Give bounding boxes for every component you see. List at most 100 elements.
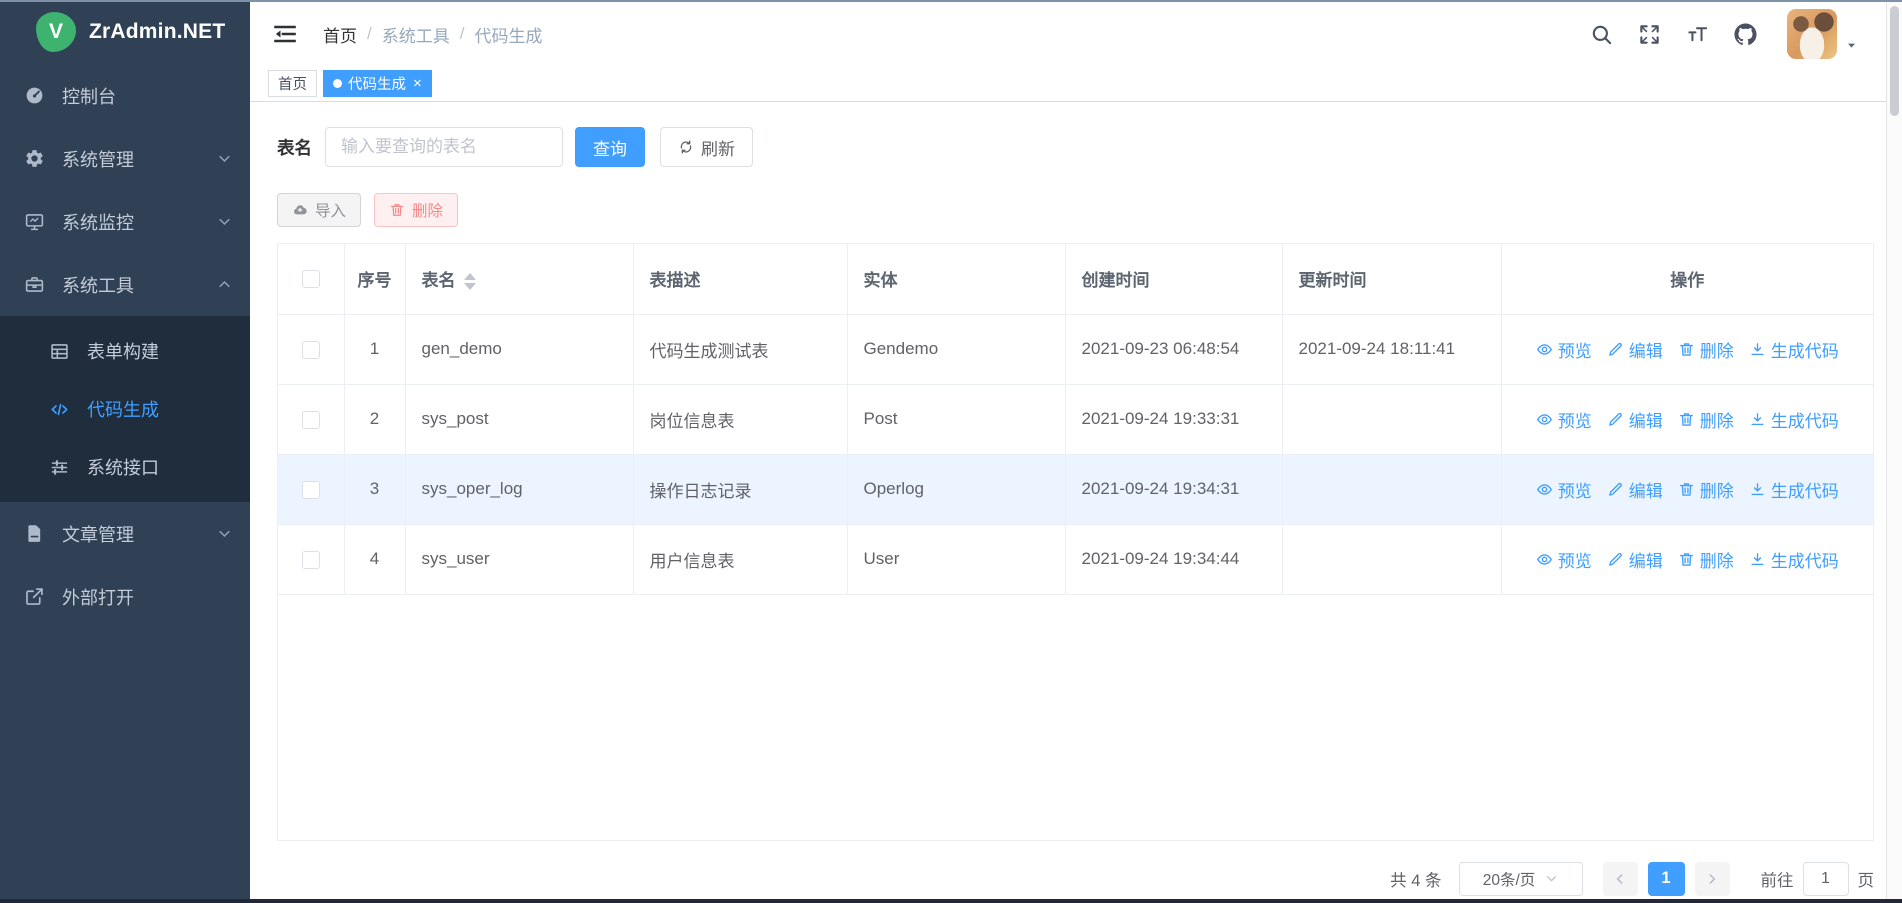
header-description: 表描述 — [633, 244, 847, 314]
generate-code-link[interactable]: 生成代码 — [1749, 547, 1839, 572]
sidebar-item-form-builder[interactable]: 表单构建 — [0, 322, 250, 380]
pencil-icon — [1607, 481, 1624, 498]
sidebar-item-label: 系统工具 — [62, 272, 200, 298]
page-size-select[interactable]: 20条/页 — [1459, 862, 1583, 896]
table-row-highlighted[interactable]: 3 sys_oper_log 操作日志记录 Operlog 2021-09-24… — [278, 454, 1873, 524]
fullscreen-icon[interactable] — [1638, 23, 1661, 46]
cell-table-name: sys_oper_log — [405, 454, 633, 524]
table-row[interactable]: 1 gen_demo 代码生成测试表 Gendemo 2021-09-23 06… — [278, 314, 1873, 384]
generate-code-link[interactable]: 生成代码 — [1749, 407, 1839, 432]
page-number-button[interactable]: 1 — [1648, 862, 1685, 896]
scrollbar-thumb[interactable] — [1890, 6, 1899, 116]
cell-index: 2 — [344, 384, 405, 454]
top-navbar: 首页 / 系统工具 / 代码生成 — [250, 2, 1886, 66]
page-unit-label: 页 — [1858, 867, 1875, 891]
refresh-icon — [678, 139, 694, 155]
app-logo[interactable]: V ZrAdmin.NET — [0, 0, 250, 64]
delete-link[interactable]: 删除 — [1678, 337, 1734, 362]
sidebar-collapse-icon[interactable] — [272, 22, 298, 46]
search-icon[interactable] — [1590, 23, 1613, 46]
delete-link[interactable]: 删除 — [1678, 407, 1734, 432]
sidebar-item-external-open[interactable]: 外部打开 — [0, 565, 250, 628]
main-area: 首页 / 系统工具 / 代码生成 首页 代 — [250, 2, 1886, 899]
edit-link[interactable]: 编辑 — [1607, 547, 1663, 572]
sidebar-item-article-management[interactable]: 文章管理 — [0, 502, 250, 565]
window-bottom-edge — [0, 899, 1902, 903]
row-checkbox[interactable] — [302, 481, 320, 499]
cell-table-name: sys_user — [405, 524, 633, 594]
cell-index: 3 — [344, 454, 405, 524]
table-row[interactable]: 4 sys_user 用户信息表 User 2021-09-24 19:34:4… — [278, 524, 1873, 594]
prev-page-button[interactable] — [1603, 862, 1638, 896]
pagination: 共 4 条 20条/页 1 前往 页 — [277, 862, 1874, 896]
download-icon — [1749, 551, 1766, 568]
cell-updated: 2021-09-24 18:11:41 — [1282, 314, 1501, 384]
table-row[interactable]: 2 sys_post 岗位信息表 Post 2021-09-24 19:33:3… — [278, 384, 1873, 454]
sidebar-item-label: 系统管理 — [62, 146, 200, 172]
breadcrumb-separator: / — [367, 24, 372, 44]
user-avatar[interactable] — [1787, 9, 1837, 59]
trash-icon — [1678, 481, 1695, 498]
github-icon[interactable] — [1734, 23, 1757, 46]
tab-label: 代码生成 — [348, 73, 406, 94]
cell-created: 2021-09-24 19:33:31 — [1065, 384, 1282, 454]
edit-link[interactable]: 编辑 — [1607, 477, 1663, 502]
scrollbar[interactable] — [1886, 2, 1902, 899]
row-checkbox[interactable] — [302, 551, 320, 569]
row-checkbox[interactable] — [302, 341, 320, 359]
sidebar: V ZrAdmin.NET 控制台 系统管理 系统监控 系统工具 表单构建 — [0, 0, 250, 903]
select-all-checkbox[interactable] — [302, 270, 320, 288]
row-checkbox[interactable] — [302, 411, 320, 429]
sidebar-item-system-tools[interactable]: 系统工具 — [0, 253, 250, 316]
cell-entity: Post — [847, 384, 1065, 454]
sidebar-item-system-management[interactable]: 系统管理 — [0, 127, 250, 190]
user-menu[interactable] — [1787, 9, 1858, 59]
font-size-icon[interactable] — [1686, 23, 1709, 46]
chevron-up-icon — [217, 277, 232, 292]
cell-index: 4 — [344, 524, 405, 594]
cell-created: 2021-09-24 19:34:31 — [1065, 454, 1282, 524]
header-index: 序号 — [344, 244, 405, 314]
preview-link[interactable]: 预览 — [1536, 547, 1592, 572]
generate-code-link[interactable]: 生成代码 — [1749, 477, 1839, 502]
sidebar-item-dashboard[interactable]: 控制台 — [0, 64, 250, 127]
tags-view-bar: 首页 代码生成 × — [250, 66, 1886, 102]
tab-home[interactable]: 首页 — [268, 70, 317, 97]
sidebar-item-system-monitor[interactable]: 系统监控 — [0, 190, 250, 253]
preview-link[interactable]: 预览 — [1536, 477, 1592, 502]
trash-icon — [1678, 341, 1695, 358]
header-created: 创建时间 — [1065, 244, 1282, 314]
sidebar-item-code-generation[interactable]: 代码生成 — [0, 380, 250, 438]
download-icon — [1749, 341, 1766, 358]
sidebar-item-system-api[interactable]: 系统接口 — [0, 438, 250, 496]
table-name-label: 表名 — [277, 135, 312, 160]
edit-link[interactable]: 编辑 — [1607, 407, 1663, 432]
tab-code-generation[interactable]: 代码生成 × — [323, 70, 432, 97]
refresh-button[interactable]: 刷新 — [660, 127, 753, 167]
cell-updated — [1282, 454, 1501, 524]
next-page-button[interactable] — [1695, 862, 1730, 896]
active-dot-icon — [333, 79, 342, 88]
delete-link[interactable]: 删除 — [1678, 477, 1734, 502]
search-form: 表名 查询 刷新 — [277, 127, 1886, 167]
total-count: 共 4 条 — [1390, 867, 1441, 891]
sort-caret-icon[interactable] — [464, 273, 476, 290]
close-icon[interactable]: × — [413, 76, 422, 91]
pencil-icon — [1607, 341, 1624, 358]
generate-code-link[interactable]: 生成代码 — [1749, 337, 1839, 362]
pencil-icon — [1607, 411, 1624, 428]
preview-link[interactable]: 预览 — [1536, 337, 1592, 362]
edit-link[interactable]: 编辑 — [1607, 337, 1663, 362]
header-entity: 实体 — [847, 244, 1065, 314]
delete-button[interactable]: 删除 — [374, 193, 458, 227]
table-name-input[interactable] — [325, 127, 563, 167]
eye-icon — [1536, 481, 1553, 498]
system-tools-submenu: 表单构建 代码生成 系统接口 — [0, 316, 250, 502]
delete-link[interactable]: 删除 — [1678, 547, 1734, 572]
preview-link[interactable]: 预览 — [1536, 407, 1592, 432]
import-button[interactable]: 导入 — [277, 193, 361, 227]
chevron-right-icon — [1705, 872, 1719, 886]
query-button[interactable]: 查询 — [575, 127, 645, 167]
breadcrumb-home[interactable]: 首页 — [323, 22, 357, 47]
goto-page-input[interactable] — [1803, 862, 1849, 896]
